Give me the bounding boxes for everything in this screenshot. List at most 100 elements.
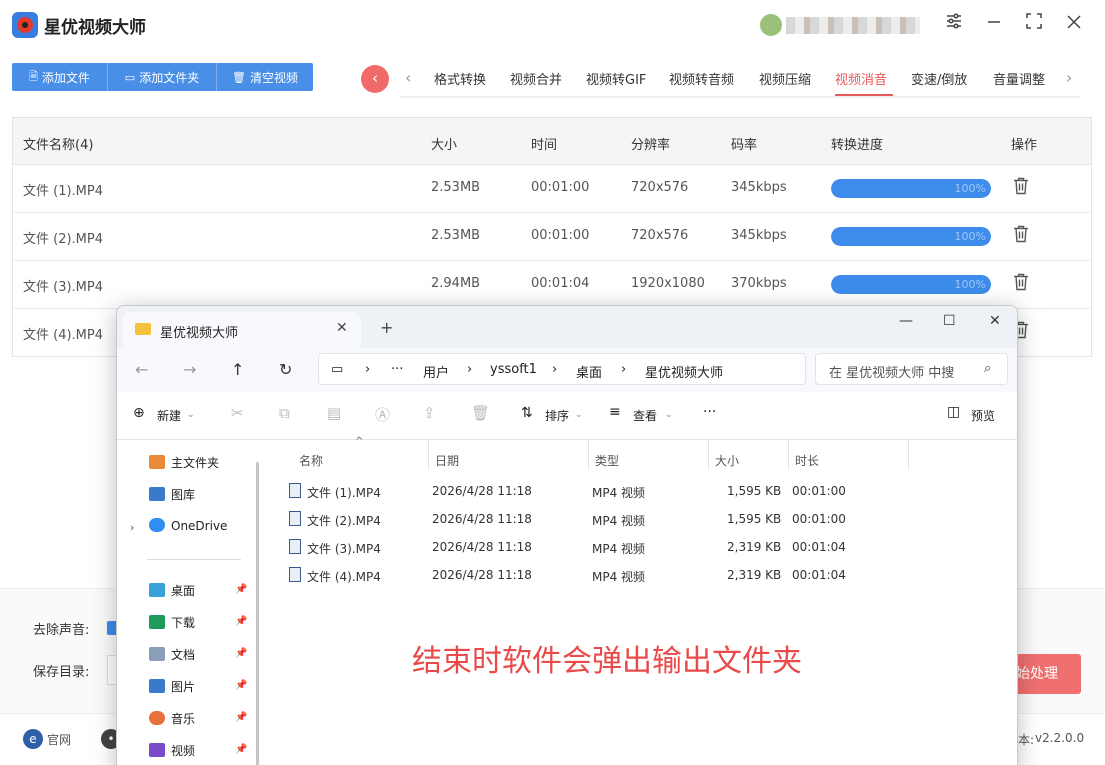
search-box[interactable]: 在 星优视频大师 中搜 ⌕ xyxy=(815,353,1008,385)
tab-format-convert[interactable]: 格式转换 xyxy=(434,69,486,88)
sort-button[interactable]: 排序 xyxy=(545,407,569,424)
breadcrumb-desktop[interactable]: 桌面 xyxy=(576,362,602,381)
sidebar-item-gallery[interactable]: 图库 xyxy=(149,486,195,503)
col-size[interactable]: 大小 xyxy=(715,452,739,469)
sidebar-item-home[interactable]: 主文件夹 xyxy=(149,454,219,471)
website-icon[interactable]: e xyxy=(23,729,43,749)
forward-icon[interactable]: → xyxy=(183,360,196,379)
pin-icon[interactable]: 📌 xyxy=(235,680,247,691)
list-item[interactable]: 文件 (3).MP4 2026/4/28 11:18 MP4 视频 2,319 … xyxy=(285,534,985,562)
column-separator[interactable] xyxy=(788,440,789,470)
paste-icon[interactable]: ▤ xyxy=(327,404,341,422)
explorer-tab[interactable]: 星优视频大师 ✕ xyxy=(123,312,361,348)
view-button[interactable]: 查看 xyxy=(633,407,657,424)
minimize-icon[interactable]: — xyxy=(899,313,913,329)
preview-button[interactable]: 预览 xyxy=(971,407,995,424)
progress-bar: 100% xyxy=(831,275,991,294)
active-tab-indicator xyxy=(835,94,893,96)
add-file-button[interactable]: 🗎 添加文件 xyxy=(12,63,108,91)
delete-icon[interactable]: 🗑 xyxy=(471,404,490,422)
close-icon[interactable]: ✕ xyxy=(989,313,1001,329)
col-type[interactable]: 类型 xyxy=(595,452,619,469)
rename-icon[interactable]: Ⓐ xyxy=(375,404,390,425)
minimize-icon[interactable] xyxy=(981,12,1007,38)
breadcrumb-users[interactable]: 用户 xyxy=(423,362,449,381)
preview-pane-icon[interactable]: ◫ xyxy=(947,404,960,420)
tabs-prev-icon[interactable]: ‹ xyxy=(405,68,411,87)
breadcrumb-current[interactable]: 星优视频大师 xyxy=(645,362,723,381)
sidebar-item-downloads[interactable]: 下载 xyxy=(149,614,195,631)
pin-icon[interactable]: 📌 xyxy=(235,712,247,723)
share-icon[interactable]: ⇪ xyxy=(423,404,436,422)
tab-video-merge[interactable]: 视频合并 xyxy=(510,69,562,88)
tab-video-to-gif[interactable]: 视频转GIF xyxy=(586,69,646,88)
column-separator[interactable] xyxy=(428,440,429,470)
new-button[interactable]: 新建 xyxy=(157,407,181,424)
column-separator[interactable] xyxy=(708,440,709,470)
column-separator[interactable] xyxy=(588,440,589,470)
breadcrumb-overflow[interactable]: ··· xyxy=(391,362,403,377)
close-icon[interactable] xyxy=(1061,12,1087,38)
new-icon[interactable]: ⊕ xyxy=(133,405,145,421)
tab-volume-adjust[interactable]: 音量调整 xyxy=(993,69,1045,88)
user-avatar[interactable] xyxy=(760,14,782,36)
tab-video-to-audio[interactable]: 视频转音频 xyxy=(669,69,734,88)
sidebar-item-pictures[interactable]: 图片 xyxy=(149,678,195,695)
back-icon[interactable]: ← xyxy=(135,360,148,379)
refresh-icon[interactable]: ↻ xyxy=(279,360,292,379)
table-row[interactable]: 文件 (3).MP4 2.94MB 00:01:04 1920x1080 370… xyxy=(13,261,1091,309)
col-name[interactable]: 名称 xyxy=(299,452,323,469)
cut-icon[interactable]: ✂ xyxy=(231,404,244,422)
add-folder-button[interactable]: ▭ 添加文件夹 xyxy=(108,63,217,91)
delete-icon[interactable] xyxy=(1013,273,1031,293)
table-row[interactable]: 文件 (1).MP4 2.53MB 00:01:00 720x576 345kb… xyxy=(13,165,1091,213)
copy-icon[interactable]: ⧉ xyxy=(279,404,290,422)
more-options-button[interactable]: ··· xyxy=(703,404,716,420)
view-icon[interactable]: ≡ xyxy=(609,404,621,420)
sidebar-item-desktop[interactable]: 桌面 xyxy=(149,582,195,599)
this-pc-icon[interactable]: ▭ xyxy=(331,362,343,377)
pin-icon[interactable]: 📌 xyxy=(235,616,247,627)
sidebar-scrollbar[interactable] xyxy=(256,462,259,765)
sidebar-item-music[interactable]: 音乐 xyxy=(149,710,195,727)
sort-icon[interactable]: ⇅ xyxy=(521,405,533,421)
column-separator[interactable] xyxy=(908,440,909,470)
col-duration[interactable]: 时长 xyxy=(795,452,819,469)
delete-icon[interactable] xyxy=(1013,177,1031,197)
settings-icon[interactable] xyxy=(941,12,967,38)
delete-icon[interactable] xyxy=(1013,225,1031,245)
address-bar[interactable]: ▭ › ··· 用户 › yssoft1 › 桌面 › 星优视频大师 xyxy=(318,353,806,385)
table-row[interactable]: 文件 (2).MP4 2.53MB 00:01:00 720x576 345kb… xyxy=(13,213,1091,261)
video-file-icon xyxy=(289,567,301,582)
list-item[interactable]: 文件 (1).MP4 2026/4/28 11:18 MP4 视频 1,595 … xyxy=(285,478,985,506)
list-item[interactable]: 文件 (2).MP4 2026/4/28 11:18 MP4 视频 1,595 … xyxy=(285,506,985,534)
tab-video-compress[interactable]: 视频压缩 xyxy=(759,69,811,88)
search-icon[interactable]: ⌕ xyxy=(984,361,991,376)
pin-icon[interactable]: 📌 xyxy=(235,584,247,595)
pin-icon[interactable]: 📌 xyxy=(235,744,247,755)
user-name-blurred[interactable] xyxy=(786,17,920,34)
maximize-icon[interactable] xyxy=(1021,12,1047,38)
tab-speed-reverse[interactable]: 变速/倒放 xyxy=(911,69,967,88)
col-date[interactable]: 日期 xyxy=(435,452,459,469)
sidebar-item-documents[interactable]: 文档 xyxy=(149,646,195,663)
tab-video-mute[interactable]: 视频消音 xyxy=(835,69,887,88)
file-type: MP4 视频 xyxy=(592,486,646,500)
clear-videos-button[interactable]: 🗑 清空视频 xyxy=(217,63,313,91)
sidebar-item-onedrive[interactable]: OneDrive xyxy=(149,518,227,533)
breadcrumb-user[interactable]: yssoft1 xyxy=(490,362,537,377)
back-arrow-icon[interactable]: ‹ xyxy=(361,65,389,93)
pin-icon[interactable]: 📌 xyxy=(235,648,247,659)
expand-chevron-icon[interactable]: › xyxy=(130,521,134,534)
new-dropdown-icon[interactable]: ⌄ xyxy=(187,410,195,420)
tabs-next-icon[interactable]: › xyxy=(1066,68,1072,87)
website-link[interactable]: 官网 xyxy=(47,731,71,748)
up-icon[interactable]: ↑ xyxy=(231,360,244,379)
list-item[interactable]: 文件 (4).MP4 2026/4/28 11:18 MP4 视频 2,319 … xyxy=(285,562,985,590)
maximize-icon[interactable]: ☐ xyxy=(943,313,956,329)
sort-dropdown-icon[interactable]: ⌄ xyxy=(575,410,583,420)
sidebar-item-videos[interactable]: 视频 xyxy=(149,742,195,759)
new-tab-icon[interactable]: + xyxy=(380,318,393,337)
view-dropdown-icon[interactable]: ⌄ xyxy=(665,410,673,420)
tab-close-icon[interactable]: ✕ xyxy=(336,320,348,336)
